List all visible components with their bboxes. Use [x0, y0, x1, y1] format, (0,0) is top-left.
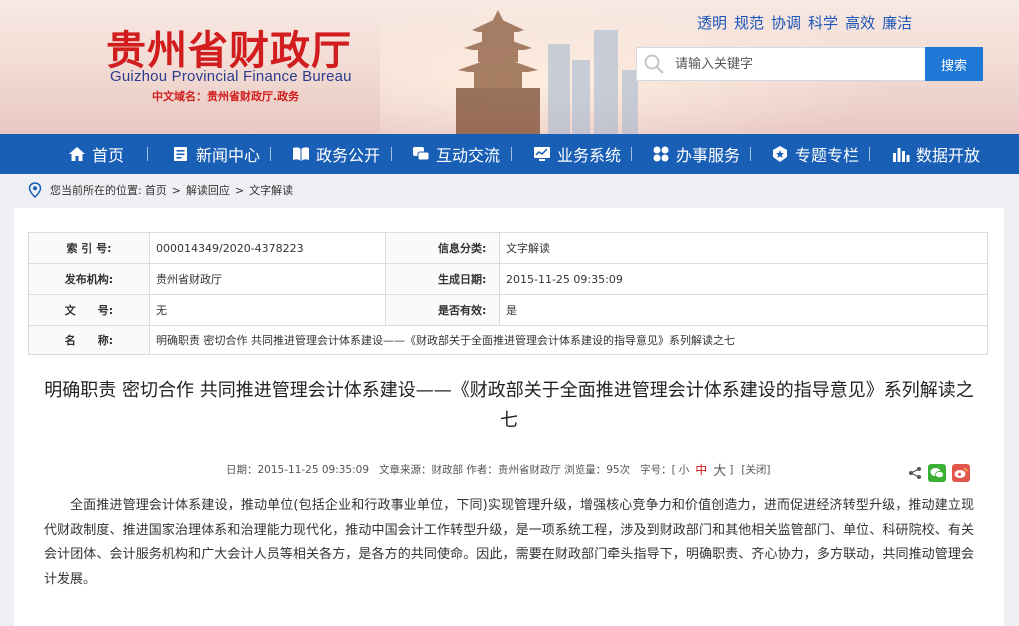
site-subtitle: Guizhou Provincial Finance Bureau [110, 68, 352, 85]
meta-label: 文 号: [28, 294, 150, 326]
value-link[interactable]: 廉洁 [882, 12, 912, 33]
nav-item-label: 政务公开 [316, 146, 381, 165]
nav-item-label: 互动交流 [436, 146, 501, 165]
article-date: 日期：2015-11-25 09:35:09 [226, 464, 370, 476]
meta-row: 发布机构: 贵州省财政厅 生成日期: 2015-11-25 09:35:09 [28, 263, 988, 295]
nav-item-news[interactable]: 新闻中心 [172, 134, 260, 174]
nav-item-label: 新闻中心 [196, 146, 261, 165]
font-size-close-bracket: ] [729, 463, 734, 476]
grid-icon [653, 146, 669, 162]
breadcrumb-prefix: 您当前所在的位置: [50, 184, 142, 197]
article-source: 文章来源：财政部 作者：贵州省财政厅 浏览量：95次 [379, 464, 631, 476]
wechat-icon[interactable] [928, 464, 946, 482]
nav-item-service[interactable]: 办事服务 [652, 134, 740, 174]
nav-item-business[interactable]: 业务系统 [533, 134, 621, 174]
nav-item-label: 数据开放 [916, 146, 981, 165]
value-link[interactable]: 协调 [771, 12, 801, 33]
font-size-label: 字号：[ [640, 464, 676, 476]
nav-divider [147, 147, 148, 161]
meta-row: 名 称: 明确职责 密切合作 共同推进管理会计体系建设——《财政部关于全面推进管… [28, 325, 988, 355]
search-box: 搜索 [636, 47, 983, 81]
meta-value: 000014349/2020-4378223 [149, 232, 386, 264]
article-body: 全面推进管理会计体系建设，推动单位(包括企业和行政事业单位，下同)实现管理升级，… [44, 498, 974, 587]
article-info: 日期：2015-11-25 09:35:09 文章来源：财政部 作者：贵州省财政… [226, 460, 771, 479]
meta-value: 是 [499, 294, 988, 326]
nav-divider [750, 147, 751, 161]
nav-item-label: 业务系统 [557, 146, 622, 165]
breadcrumb-link-text[interactable]: 文字解读 [249, 182, 293, 198]
nav-item-label: 专题专栏 [795, 146, 860, 165]
meta-row: 文 号: 无 是否有效: 是 [28, 294, 988, 326]
font-small-button[interactable]: 小 [679, 462, 690, 477]
meta-value: 2015-11-25 09:35:09 [499, 263, 988, 295]
meta-value: 明确职责 密切合作 共同推进管理会计体系建设——《财政部关于全面推进管理会计体系… [149, 325, 988, 355]
nav-divider [270, 147, 271, 161]
news-icon [174, 147, 187, 161]
search-icon [644, 54, 664, 74]
share-icon[interactable] [908, 466, 922, 480]
breadcrumb-separator: > [234, 183, 245, 197]
nav-divider [391, 147, 392, 161]
badge-icon [773, 146, 787, 162]
value-link[interactable]: 高效 [845, 12, 875, 33]
search-input[interactable] [675, 48, 925, 80]
site-domain: 中文域名：贵州省财政厅.政务 [152, 90, 300, 103]
meta-label: 生成日期: [385, 263, 500, 295]
value-link[interactable]: 透明 [697, 12, 727, 33]
meta-value: 贵州省财政厅 [149, 263, 386, 295]
font-medium-button[interactable]: 中 [695, 461, 707, 478]
book-icon [293, 147, 309, 161]
nav-divider [511, 147, 512, 161]
monitor-icon [534, 147, 550, 161]
share-bar [908, 464, 970, 482]
meta-label: 是否有效: [385, 294, 500, 326]
meta-value: 无 [149, 294, 386, 326]
main-content: 索 引 号: 000014349/2020-4378223 信息分类: 文字解读… [14, 208, 1004, 626]
home-icon [69, 147, 85, 161]
nav-item-gov[interactable]: 政务公开 [292, 134, 380, 174]
nav-item-home[interactable]: 首页 [68, 134, 124, 174]
chat-icon [413, 147, 430, 161]
meta-label: 信息分类: [385, 232, 500, 264]
breadcrumb-separator: > [171, 183, 181, 197]
nav-item-topics[interactable]: 专题专栏 [771, 134, 859, 174]
nav-divider [631, 147, 632, 161]
pavilion-illustration [456, 10, 540, 134]
main-nav: 首页 新闻中心 政务公开 互动交流 业务系统 办事服务 专题专栏 数据开放 [0, 134, 1019, 174]
search-button[interactable]: 搜索 [925, 47, 983, 81]
meta-label: 发布机构: [28, 263, 150, 295]
meta-label: 名 称: [28, 325, 150, 355]
header-banner: 贵州省财政厅 Guizhou Provincial Finance Bureau… [0, 0, 1019, 134]
nav-item-interact[interactable]: 互动交流 [412, 134, 500, 174]
breadcrumb-link-home[interactable]: 首页 [145, 182, 167, 198]
nav-item-data[interactable]: 数据开放 [892, 134, 980, 174]
meta-table: 索 引 号: 000014349/2020-4378223 信息分类: 文字解读… [28, 232, 988, 355]
meta-value: 文字解读 [499, 232, 988, 264]
data-icon [893, 148, 910, 162]
nav-divider [869, 147, 870, 161]
meta-label: 索 引 号: [28, 232, 150, 264]
value-link[interactable]: 规范 [734, 12, 764, 33]
article-title: 明确职责 密切合作 共同推进管理会计体系建设——《财政部关于全面推进管理会计体系… [44, 380, 974, 431]
values-links: 透明 规范 协调 科学 高效 廉洁 [697, 12, 912, 33]
close-link[interactable]: [关闭] [741, 462, 770, 477]
breadcrumb: 您当前所在的位置: 首页 > 解读回应 > 文字解读 [14, 174, 1004, 206]
weibo-icon[interactable] [952, 464, 970, 482]
font-large-button[interactable]: 大 [713, 460, 726, 479]
value-link[interactable]: 科学 [808, 12, 838, 33]
breadcrumb-link-interpret[interactable]: 解读回应 [186, 182, 230, 198]
nav-item-label: 办事服务 [676, 146, 741, 165]
location-pin-icon [28, 182, 42, 198]
meta-row: 索 引 号: 000014349/2020-4378223 信息分类: 文字解读 [28, 232, 988, 264]
nav-item-label: 首页 [92, 146, 125, 165]
